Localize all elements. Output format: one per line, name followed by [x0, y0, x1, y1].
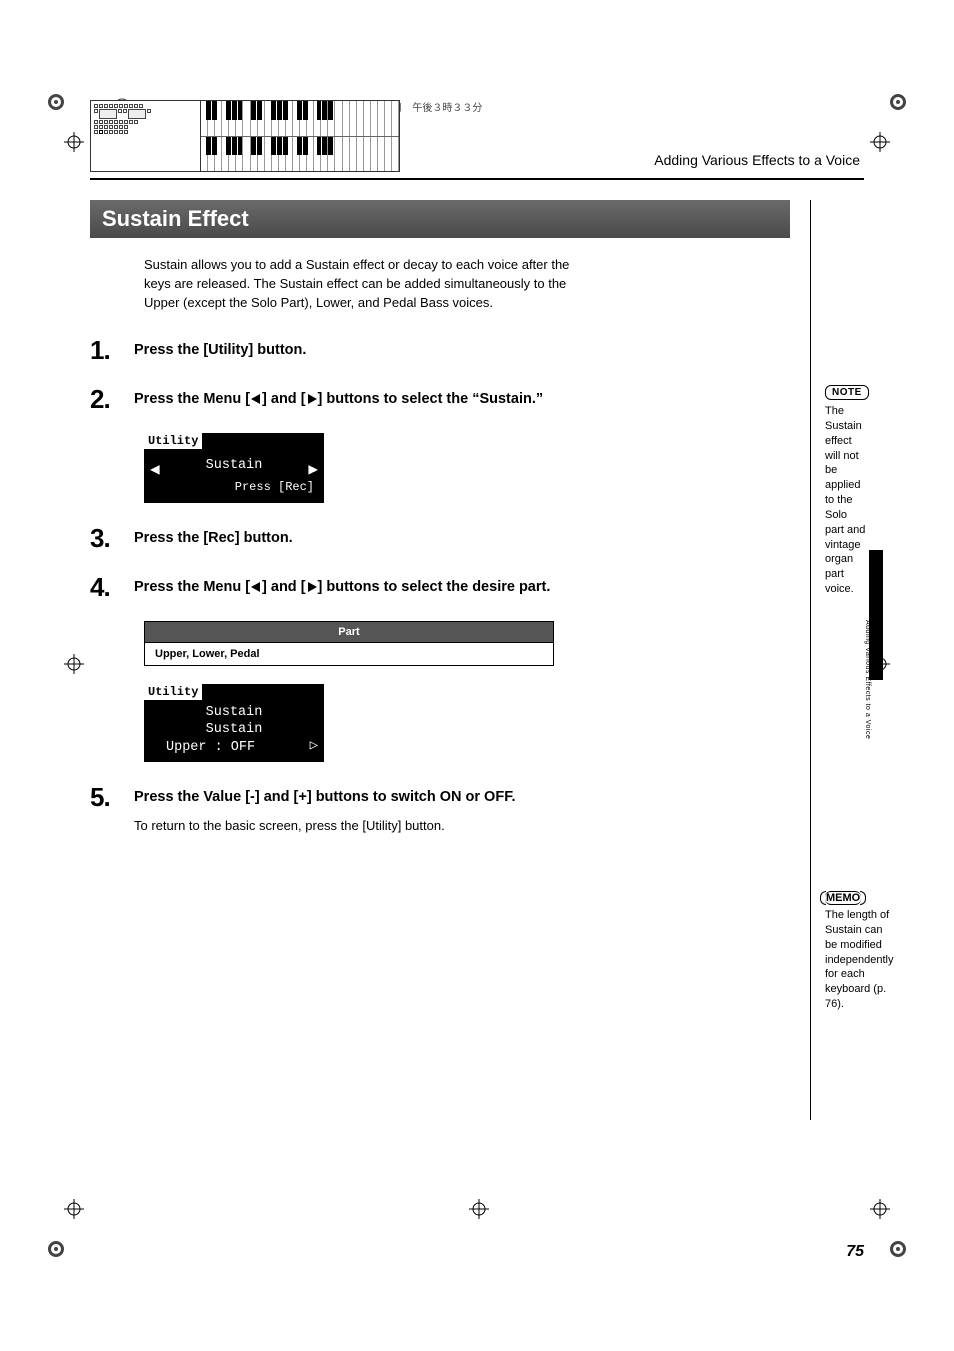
step-text: To return to the basic screen, press the… — [134, 817, 790, 835]
triangle-right-icon — [306, 390, 318, 410]
note-text: The Sustain effect will not be applied t… — [825, 404, 869, 597]
crop-mark-icon — [60, 650, 88, 678]
section-title: Sustain Effect — [90, 200, 790, 238]
memo-callout: MEMO The length of Sustain can be modifi… — [825, 888, 894, 1012]
step-heading: Press the Menu [ ] and [ ] buttons to se… — [134, 389, 790, 410]
step-heading: Press the Menu [ ] and [ ] buttons to se… — [134, 577, 790, 598]
part-table: Part Upper, Lower, Pedal — [144, 621, 554, 666]
thumb-tab-label: Adding Various Effects to a Voice — [864, 620, 871, 739]
page-number: 75 — [846, 1243, 864, 1261]
triangle-right-icon: ▶ — [308, 459, 318, 479]
triangle-left-icon — [250, 578, 262, 598]
note-label: NOTE — [825, 385, 869, 400]
thumb-tab — [869, 550, 883, 680]
triangle-right-icon — [306, 578, 318, 598]
crop-mark-icon — [60, 128, 88, 156]
intro-paragraph: Sustain allows you to add a Sustain effe… — [144, 256, 574, 313]
step-number: 4. — [90, 572, 134, 603]
triangle-left-icon: ◀ — [150, 459, 160, 479]
step-heading: Press the Value [-] and [+] buttons to s… — [134, 787, 790, 807]
step-2: 2. Press the Menu [ ] and [ ] buttons to… — [90, 384, 790, 415]
chapter-title: Adding Various Effects to a Voice — [654, 152, 864, 172]
step-number: 2. — [90, 384, 134, 415]
table-cell: Upper, Lower, Pedal — [145, 642, 554, 665]
step-1: 1. Press the [Utility] button. — [90, 335, 790, 366]
step-5: 5. Press the Value [-] and [+] buttons t… — [90, 782, 790, 835]
memo-label: MEMO — [825, 891, 861, 905]
registration-mark-icon — [884, 1235, 912, 1263]
step-number: 3. — [90, 523, 134, 554]
registration-mark-icon — [42, 1235, 70, 1263]
note-callout: NOTE The Sustain effect will not be appl… — [825, 382, 869, 597]
step-number: 5. — [90, 782, 134, 813]
step-heading: Press the [Utility] button. — [134, 340, 790, 360]
triangle-left-icon — [250, 390, 262, 410]
registration-mark-icon — [42, 88, 70, 116]
crop-mark-icon — [60, 1195, 88, 1223]
step-4: 4. Press the Menu [ ] and [ ] buttons to… — [90, 572, 790, 603]
lcd-screenshot-sustain-upper: Utility Sustain Sustain Upper : OFF ▷ — [144, 684, 324, 763]
lcd-screenshot-sustain-menu: Utility ◀ ▶ Sustain Press [Rec] — [144, 433, 324, 503]
crop-mark-icon — [866, 128, 894, 156]
step-number: 1. — [90, 335, 134, 366]
step-3: 3. Press the [Rec] button. — [90, 523, 790, 554]
keyboard-illustration — [90, 100, 400, 172]
triangle-right-icon: ▷ — [310, 737, 318, 754]
crop-mark-icon — [866, 1195, 894, 1223]
memo-text: The length of Sustain can be modified in… — [825, 908, 894, 1012]
table-header: Part — [145, 621, 554, 642]
step-heading: Press the [Rec] button. — [134, 528, 790, 548]
registration-mark-icon — [884, 88, 912, 116]
